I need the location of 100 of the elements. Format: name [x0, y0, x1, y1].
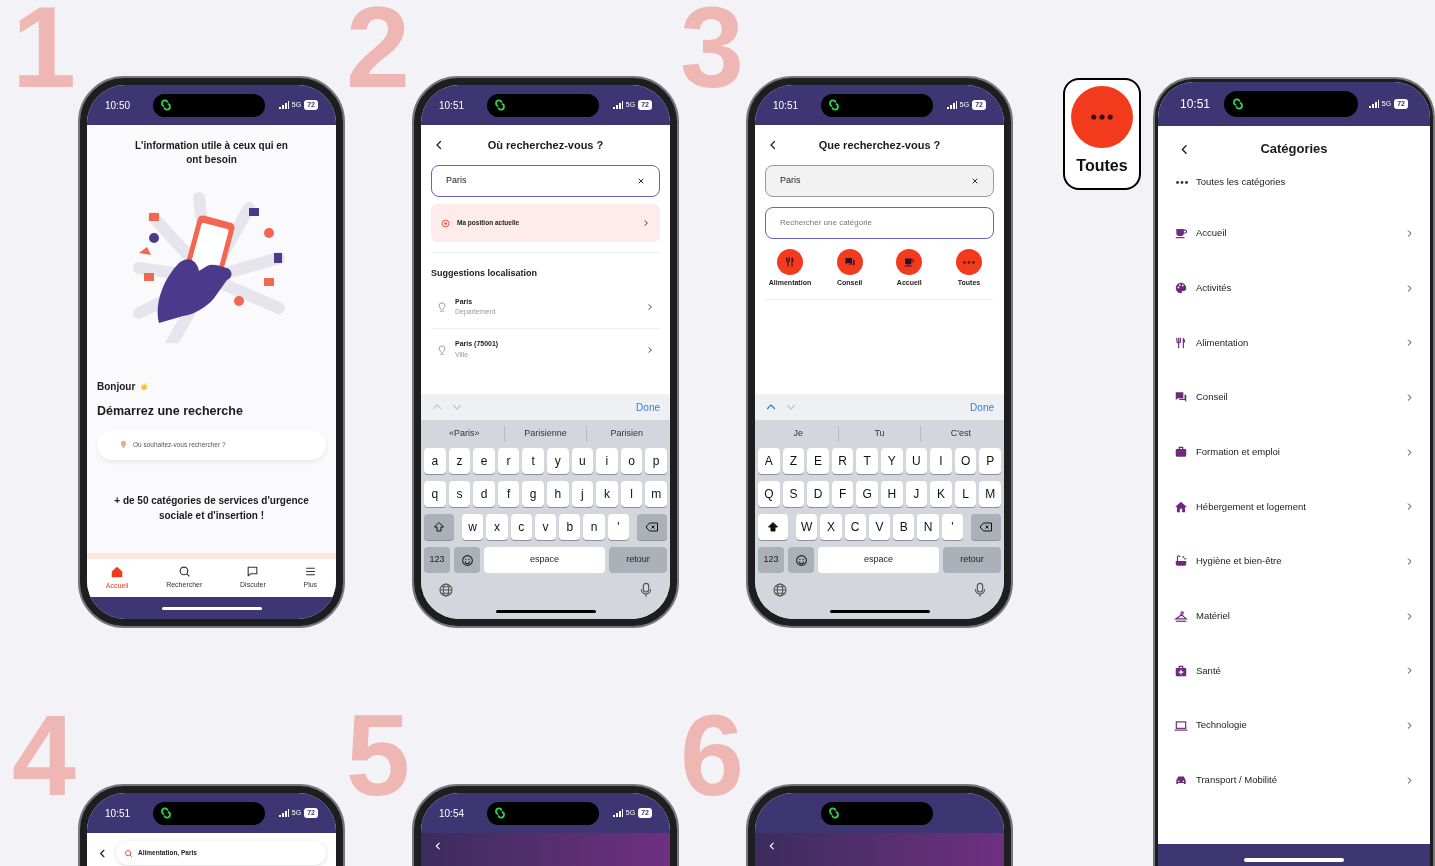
keyboard-key[interactable]: W: [796, 514, 818, 540]
keyboard-key[interactable]: N: [917, 514, 939, 540]
chevron-right-icon: [1405, 338, 1414, 348]
back-icon[interactable]: [767, 841, 777, 851]
keyboard-key[interactable]: x: [486, 514, 508, 540]
keyboard-key[interactable]: K: [930, 481, 952, 507]
keyboard-key[interactable]: r: [497, 448, 520, 474]
word-suggestion[interactable]: C'est: [920, 427, 1001, 441]
category-row[interactable]: Santé: [1158, 643, 1430, 699]
category-row[interactable]: Accueil: [1158, 206, 1430, 261]
microphone-icon[interactable]: [639, 582, 653, 598]
keyboard-key[interactable]: q: [424, 481, 446, 507]
category-row[interactable]: Technologie: [1158, 698, 1430, 753]
keyboard-key[interactable]: T: [856, 448, 878, 474]
keyboard-key[interactable]: Q: [758, 481, 780, 507]
backspace-key[interactable]: [970, 514, 1001, 540]
keyboard-key[interactable]: t: [522, 448, 544, 474]
keyboard-key[interactable]: o: [620, 448, 643, 474]
keyboard-key[interactable]: X: [820, 514, 842, 540]
keyboard-key[interactable]: R: [831, 448, 854, 474]
keyboard-key[interactable]: J: [905, 481, 928, 507]
space-key[interactable]: espace: [818, 547, 939, 573]
numbers-key[interactable]: 123: [424, 547, 450, 573]
category-row[interactable]: Toutes les catégories: [1158, 170, 1430, 194]
category-row[interactable]: Matériel: [1158, 588, 1430, 644]
keyboard-key[interactable]: Y: [880, 448, 903, 474]
keyboard-key[interactable]: H: [880, 481, 903, 507]
laptop-icon: [1174, 718, 1188, 733]
keyboard-key[interactable]: O: [954, 448, 977, 474]
keyboard-key[interactable]: u: [571, 448, 594, 474]
back-icon[interactable]: [433, 841, 443, 851]
keyboard-key[interactable]: v: [534, 514, 557, 540]
keyboard-key[interactable]: k: [596, 481, 618, 507]
keyboard-key[interactable]: w: [462, 514, 484, 540]
keyboard-key[interactable]: h: [546, 481, 569, 507]
category-row[interactable]: Hébergement et logement: [1158, 479, 1430, 535]
keyboard-key[interactable]: m: [645, 481, 667, 507]
done-button[interactable]: Done: [636, 399, 660, 415]
category-row[interactable]: Alimentation: [1158, 315, 1430, 371]
keyboard-key[interactable]: ': [941, 514, 963, 540]
category-row[interactable]: Formation et emploi: [1158, 424, 1430, 480]
keyboard-key[interactable]: U: [905, 448, 928, 474]
keyboard-key[interactable]: S: [782, 481, 805, 507]
backspace-key[interactable]: [636, 514, 667, 540]
keyboard-key[interactable]: f: [497, 481, 520, 507]
keyboard-key[interactable]: L: [954, 481, 977, 507]
numbers-key[interactable]: 123: [758, 547, 784, 573]
category-row[interactable]: Conseil: [1158, 370, 1430, 425]
keyboard-key[interactable]: y: [546, 448, 569, 474]
keyboard-key[interactable]: i: [596, 448, 618, 474]
word-suggestion[interactable]: Tu: [839, 427, 920, 441]
keyboard-key[interactable]: s: [448, 481, 471, 507]
keyboard-key[interactable]: C: [844, 514, 866, 540]
space-key[interactable]: espace: [484, 547, 605, 573]
word-suggestion[interactable]: «Paris»: [424, 427, 505, 441]
keyboard-key[interactable]: ': [607, 514, 629, 540]
keyboard-key[interactable]: Z: [782, 448, 805, 474]
location-field[interactable]: Paris: [765, 165, 994, 197]
return-key[interactable]: retour: [943, 547, 1001, 573]
category-row[interactable]: Hygiène et bien-être: [1158, 534, 1430, 589]
emoji-key[interactable]: [788, 547, 814, 573]
keyboard-key[interactable]: V: [868, 514, 891, 540]
keyboard-key[interactable]: B: [893, 514, 915, 540]
house-icon: [1174, 499, 1188, 514]
keyboard-key[interactable]: l: [620, 481, 643, 507]
keyboard-key[interactable]: p: [645, 448, 667, 474]
keyboard-key[interactable]: D: [807, 481, 829, 507]
keyboard-key[interactable]: P: [979, 448, 1001, 474]
keyboard-key[interactable]: c: [510, 514, 532, 540]
shift-key[interactable]: [758, 514, 788, 540]
globe-icon[interactable]: [438, 582, 454, 598]
word-suggestion[interactable]: Je: [758, 427, 839, 441]
clear-icon[interactable]: [637, 177, 645, 185]
clear-icon[interactable]: [971, 177, 979, 185]
keyboard-key[interactable]: n: [583, 514, 605, 540]
keyboard-key[interactable]: d: [473, 481, 495, 507]
keyboard-key[interactable]: A: [758, 448, 780, 474]
keyboard-key[interactable]: z: [448, 448, 471, 474]
keyboard-key[interactable]: a: [424, 448, 446, 474]
word-suggestion[interactable]: Parisien: [586, 427, 667, 441]
keyboard-key[interactable]: E: [807, 448, 829, 474]
microphone-icon[interactable]: [973, 582, 987, 598]
keyboard-key[interactable]: I: [930, 448, 952, 474]
done-button[interactable]: Done: [970, 399, 994, 415]
emoji-key[interactable]: [454, 547, 480, 573]
keyboard-key[interactable]: F: [831, 481, 854, 507]
globe-icon[interactable]: [772, 582, 788, 598]
keyboard-key[interactable]: M: [979, 481, 1001, 507]
category-search-field[interactable]: Rechercher une catégorie: [765, 207, 994, 239]
category-row[interactable]: Activités: [1158, 260, 1430, 316]
keyboard-key[interactable]: b: [559, 514, 581, 540]
keyboard-key[interactable]: j: [571, 481, 594, 507]
category-row[interactable]: Transport / Mobilité: [1158, 752, 1430, 808]
return-key[interactable]: retour: [609, 547, 667, 573]
keyboard-key[interactable]: g: [522, 481, 544, 507]
keyboard-key[interactable]: e: [473, 448, 495, 474]
word-suggestion[interactable]: Parisienne: [505, 427, 586, 441]
keyboard-key[interactable]: G: [856, 481, 878, 507]
location-field[interactable]: Paris: [431, 165, 660, 197]
search-icon: [177, 565, 191, 579]
